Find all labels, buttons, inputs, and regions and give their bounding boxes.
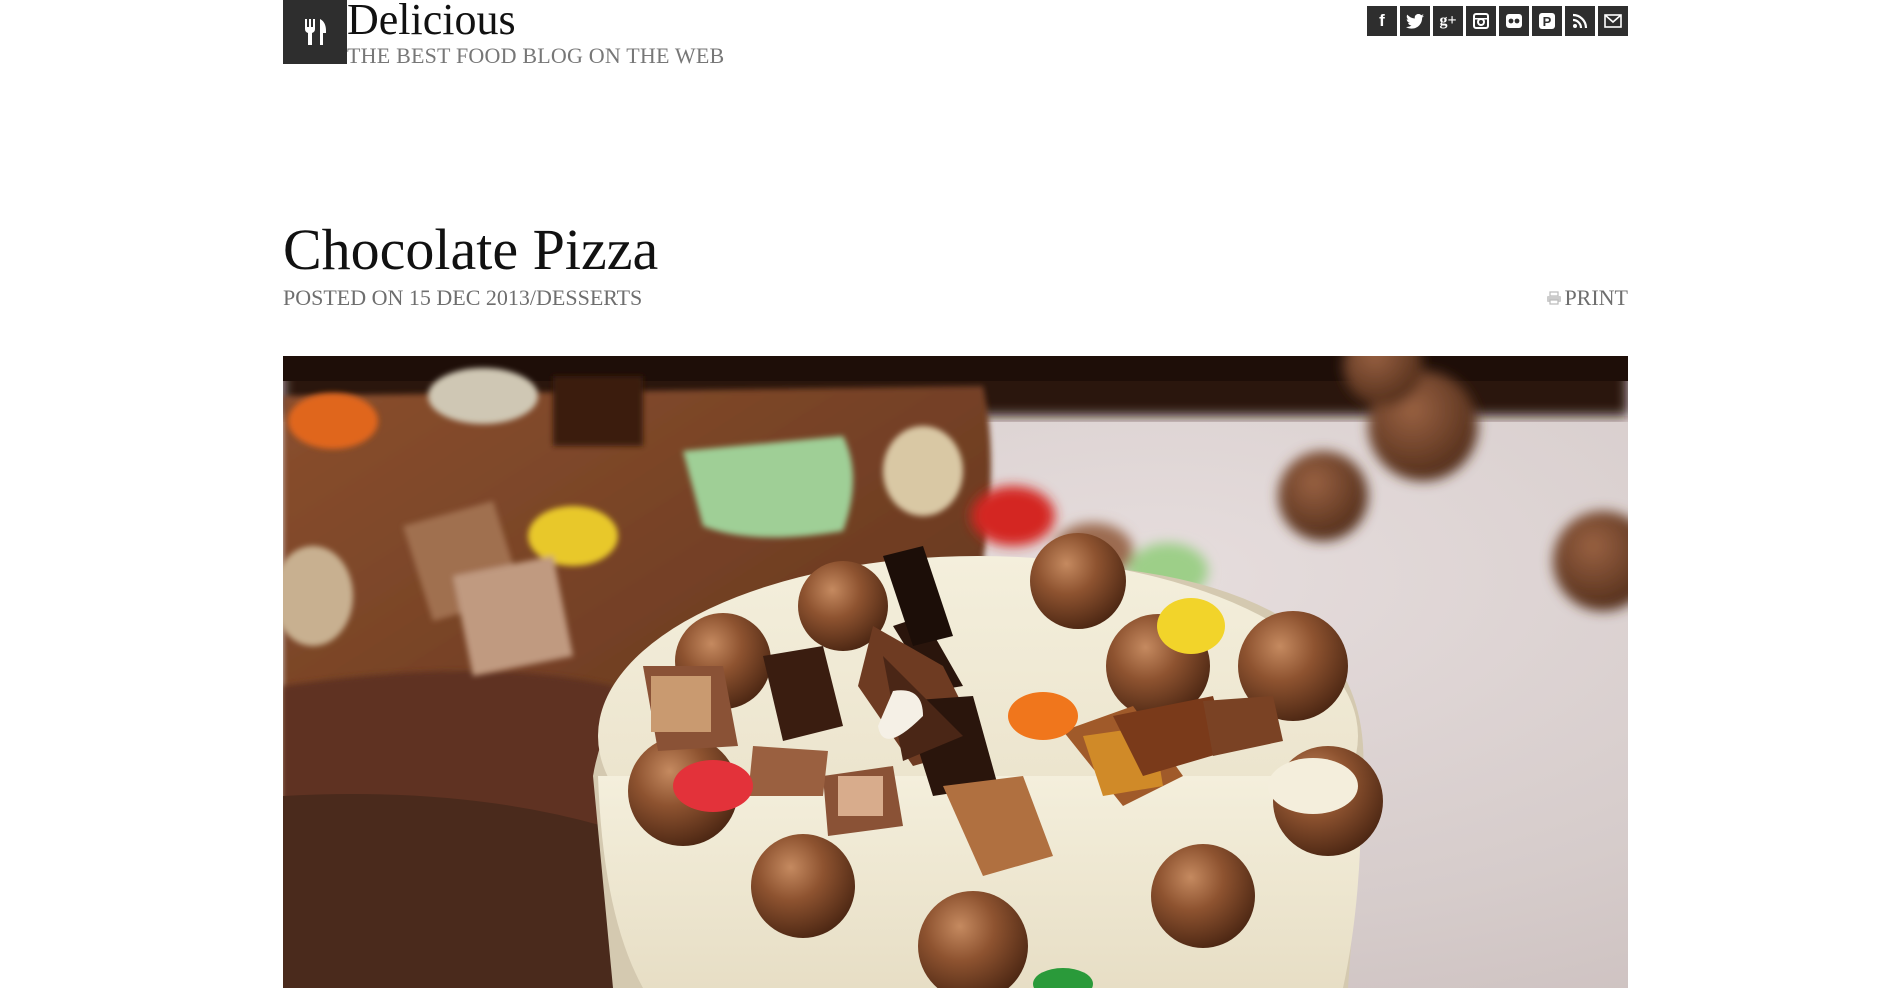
post-meta: POSTED ON 15 DEC 2013/DESSERTS <box>283 285 642 311</box>
print-button[interactable]: PRINT <box>1546 285 1628 311</box>
site-tagline: THE BEST FOOD BLOG ON THE WEB <box>347 43 725 68</box>
instagram-icon[interactable] <box>1466 6 1496 36</box>
social-links: f g+ P <box>1367 6 1628 36</box>
post-date: POSTED ON 15 DEC 2013/ <box>283 285 537 310</box>
rss-icon[interactable] <box>1565 6 1595 36</box>
printer-icon <box>1547 291 1562 305</box>
email-icon[interactable] <box>1598 6 1628 36</box>
category-link[interactable]: DESSERTS <box>536 285 642 310</box>
post-title: Chocolate Pizza <box>283 217 659 282</box>
flickr-icon[interactable] <box>1499 6 1529 36</box>
facebook-icon[interactable]: f <box>1367 6 1397 36</box>
google-plus-icon[interactable]: g+ <box>1433 6 1463 36</box>
print-label: PRINT <box>1564 285 1628 310</box>
svg-text:P: P <box>1543 14 1552 29</box>
featured-image <box>283 356 1628 988</box>
site-title[interactable]: Delicious <box>347 0 516 44</box>
page-wrapper: Delicious THE BEST FOOD BLOG ON THE WEB … <box>283 0 1628 988</box>
twitter-icon[interactable] <box>1400 6 1430 36</box>
site-logo[interactable] <box>283 0 347 64</box>
pinterest-icon[interactable]: P <box>1532 6 1562 36</box>
fork-knife-icon <box>305 19 326 45</box>
